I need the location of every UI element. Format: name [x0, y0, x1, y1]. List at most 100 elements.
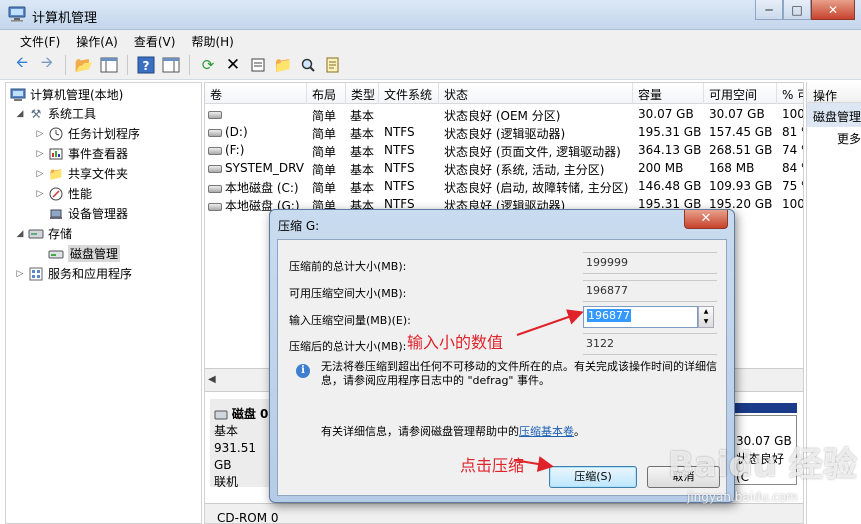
watermark-logo: Baidu 经验 — [668, 445, 857, 485]
tree-item-disk-management[interactable]: 磁盘管理 — [46, 244, 121, 263]
volume-cell-pct: 100 — [782, 107, 804, 121]
tree-item-system-tools[interactable]: ◢ ⚒ 系统工具 — [14, 104, 96, 123]
volume-cell-name: (F:) — [205, 141, 307, 159]
close-button[interactable]: ✕ — [811, 0, 855, 20]
expanded-arrow-icon[interactable]: ◢ — [14, 109, 26, 119]
tree-item-performance[interactable]: ▷ 性能 — [34, 184, 92, 203]
properties-pane-icon[interactable] — [161, 55, 181, 75]
volume-cell-capacity: 146.48 GB — [638, 179, 702, 193]
refresh-icon[interactable]: ⟳ — [198, 55, 218, 75]
actions-more[interactable]: 更多 — [807, 127, 861, 147]
volume-row[interactable]: 简单 基本 状态良好 (OEM 分区) 30.07 GB 30.07 GB 100 — [205, 105, 804, 123]
column-header-free-space[interactable]: 可用空间 — [704, 83, 777, 104]
expanded-arrow-icon[interactable]: ◢ — [14, 229, 26, 239]
collapsed-arrow-icon[interactable]: ▷ — [14, 269, 26, 279]
volume-cell-capacity: 364.13 GB — [638, 143, 702, 157]
delete-icon[interactable]: ✕ — [223, 55, 243, 75]
minimize-button[interactable]: ─ — [755, 0, 783, 20]
actions-item-disk-management[interactable]: 磁盘管理 — [807, 103, 861, 127]
scroll-left-icon[interactable]: ◀ — [208, 374, 216, 385]
annotation-input-hint: 输入小的数值 — [407, 333, 504, 352]
disk0-size: 931.51 GB — [214, 441, 256, 472]
properties-icon[interactable] — [248, 55, 268, 75]
column-header-filesystem[interactable]: 文件系统 — [379, 83, 439, 104]
folder-up-icon[interactable]: 📂 — [74, 55, 94, 75]
volume-row[interactable]: SYSTEM_DRV 简单 基本 NTFS 状态良好 (系统, 活动, 主分区) 200 … — [205, 159, 803, 177]
cdrom-row[interactable]: CD-ROM 0 — [205, 503, 803, 523]
tree-item-root[interactable]: 计算机管理(本地) — [8, 85, 123, 104]
column-header-type[interactable]: 类型 — [346, 83, 379, 104]
help-link[interactable]: 压缩基本卷 — [519, 425, 574, 438]
volume-list-header: 卷 布局 类型 文件系统 状态 容量 可用空间 % 可 — [205, 83, 803, 104]
collapsed-arrow-icon[interactable]: ▷ — [34, 169, 46, 179]
tree-item-device-manager[interactable]: 设备管理器 — [46, 204, 128, 223]
search-icon[interactable] — [298, 55, 318, 75]
tree-item-task-scheduler[interactable]: ▷ 任务计划程序 — [34, 124, 140, 143]
shrink-amount-input[interactable]: 196877 — [583, 306, 698, 328]
window-title-bar: 计算机管理 ─ □ ✕ — [0, 0, 861, 30]
maximize-button[interactable]: □ — [783, 0, 811, 20]
volume-cell-type: 基本 — [350, 127, 375, 141]
dialog-close-button[interactable]: ✕ — [684, 210, 728, 229]
back-arrow-icon[interactable]: 🡨 — [12, 53, 32, 75]
total-after-value: 3122 — [583, 333, 717, 355]
column-header-status[interactable]: 状态 — [439, 83, 633, 104]
menu-file[interactable]: 文件(F) — [0, 30, 67, 50]
volume-cell-capacity: 195.31 GB — [638, 125, 702, 139]
volume-cell-layout: 简单 — [312, 145, 337, 159]
tree-item-shared-folders[interactable]: ▷ 📁 共享文件夹 — [34, 164, 128, 183]
menu-help[interactable]: 帮助(H) — [191, 30, 240, 50]
volume-cell-name: (D:) — [205, 123, 307, 141]
column-header-volume[interactable]: 卷 — [205, 83, 307, 104]
toolbar: 🡨 🡪 📂 ? ⟳ ✕ 📁 — [0, 50, 861, 80]
menu-view[interactable]: 查看(V) — [134, 30, 183, 50]
info-icon: i — [296, 364, 310, 378]
watermark-url: jingyan.baidu.com — [687, 490, 798, 504]
volume-cell-name: SYSTEM_DRV — [205, 159, 307, 177]
volume-cell-fs — [381, 105, 439, 123]
device-manager-icon — [48, 206, 64, 222]
open-icon[interactable]: 📁 — [273, 55, 293, 75]
column-header-capacity[interactable]: 容量 — [633, 83, 704, 104]
volume-cell-fs: NTFS — [384, 125, 415, 139]
tree-item-services-apps[interactable]: ▷ 服务和应用程序 — [14, 264, 132, 283]
console-tree-icon[interactable] — [99, 55, 119, 75]
disk-icon — [214, 410, 228, 419]
menu-action[interactable]: 操作(A) — [76, 30, 125, 50]
tree-item-event-viewer[interactable]: ▷ 事件查看器 — [34, 144, 128, 163]
volume-cell-pct: 100 — [782, 197, 804, 211]
partition-bar — [733, 403, 797, 413]
help-icon[interactable]: ? — [136, 55, 156, 75]
shrink-button[interactable]: 压缩(S) — [549, 466, 637, 488]
volume-cell-status: 状态良好 (启动, 故障转储, 主分区) — [444, 181, 629, 195]
disk-management-icon — [48, 246, 64, 262]
volume-row[interactable]: 本地磁盘 (C:) 简单 基本 NTFS 状态良好 (启动, 故障转储, 主分区) 146… — [205, 177, 803, 195]
available-label: 可用压缩空间大小(MB): — [289, 287, 407, 300]
volume-row[interactable]: (D:) 简单 基本 NTFS 状态良好 (逻辑驱动器) 195.31 GB 157.45 … — [205, 123, 803, 141]
volume-cell-pct: 75 % — [782, 179, 803, 193]
volume-cell-status: 状态良好 (逻辑驱动器) — [444, 127, 566, 141]
disk0-status: 联机 — [214, 475, 239, 489]
volume-cell-layout: 简单 — [312, 109, 337, 123]
computer-management-icon — [8, 6, 26, 22]
shrink-amount-spinner[interactable]: ▲ ▼ — [698, 306, 714, 328]
column-header-layout[interactable]: 布局 — [307, 83, 346, 104]
forward-arrow-icon[interactable]: 🡪 — [37, 53, 57, 75]
collapsed-arrow-icon[interactable]: ▷ — [34, 129, 46, 139]
collapsed-arrow-icon[interactable]: ▷ — [34, 189, 46, 199]
tree-item-storage[interactable]: ◢ 存储 — [14, 224, 72, 243]
volume-row[interactable]: (F:) 简单 基本 NTFS 状态良好 (页面文件, 逻辑驱动器) 364.13 GB 2… — [205, 141, 803, 159]
computer-management-icon — [10, 87, 26, 103]
volume-icon — [208, 202, 222, 211]
column-header-percent-free[interactable]: % 可 — [777, 83, 803, 104]
collapsed-arrow-icon[interactable]: ▷ — [34, 149, 46, 159]
volume-cell-type: 基本 — [350, 181, 375, 195]
volume-cell-layout: 简单 — [312, 127, 337, 141]
volume-cell-fs: NTFS — [384, 143, 415, 157]
volume-icon — [208, 128, 222, 137]
services-icon — [28, 266, 44, 282]
volume-cell-type: 基本 — [350, 145, 375, 159]
disk0-label[interactable]: 磁盘 0 基本 931.51 GB 联机 — [210, 399, 272, 489]
actions-header: 操作 — [807, 82, 861, 103]
export-icon[interactable] — [323, 55, 343, 75]
